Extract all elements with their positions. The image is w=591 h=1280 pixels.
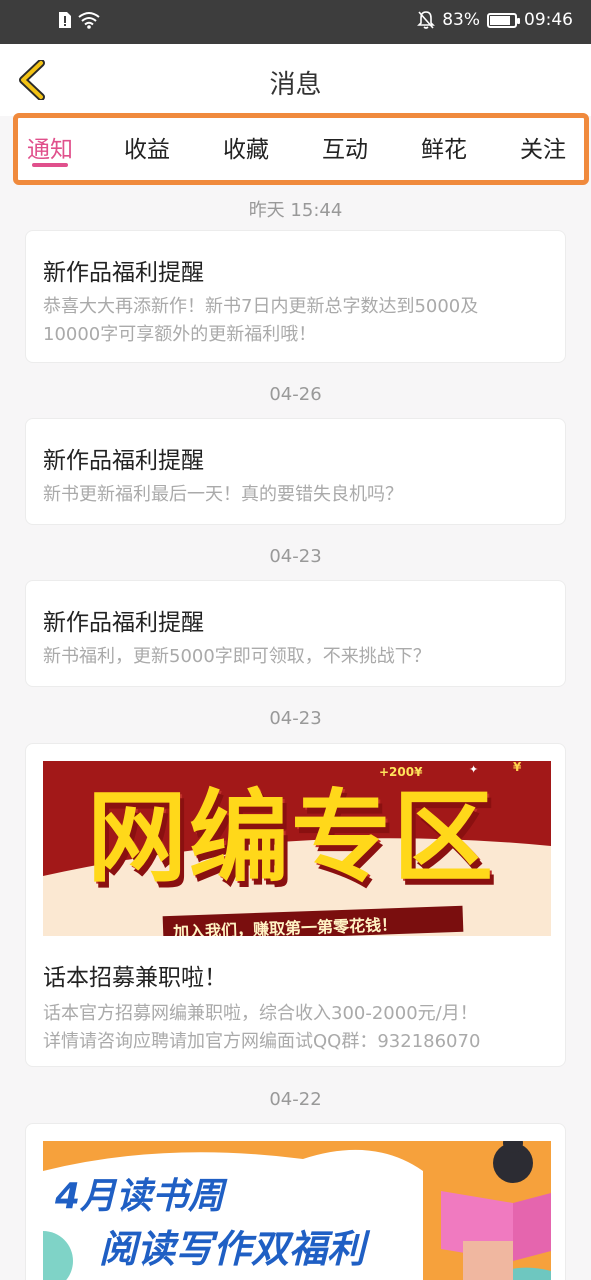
- banner-line-2: 阅读写作双福利: [99, 1227, 366, 1271]
- message-title: 话本招募兼职啦！: [43, 965, 227, 991]
- tab-favorites[interactable]: 收藏: [206, 130, 286, 164]
- message-date: 04-22: [269, 1089, 322, 1110]
- message-body: 话本官方招募网编兼职啦，综合收入300-2000元/月！ 详情请咨询应聘请加官方…: [43, 1000, 548, 1056]
- message-body: 恭喜大大再添新作！新书7日内更新总字数达到5000及 10000字可享额外的更新…: [43, 293, 548, 349]
- message-body-line: 恭喜大大再添新作！新书7日内更新总字数达到5000及: [43, 296, 479, 317]
- message-card[interactable]: ¥ ✦ +200¥ 网编专区 加入我们，赚取第一第零花钱！ 话本招募兼职啦！ 话…: [25, 743, 566, 1067]
- message-card[interactable]: 新作品福利提醒 新书更新福利最后一天！真的要错失良机吗？: [25, 418, 566, 525]
- status-left: [58, 11, 100, 29]
- sim-alert-icon: [59, 12, 71, 28]
- message-date: 04-23: [269, 546, 322, 567]
- message-body-line: 新书更新福利最后一天！真的要错失良机吗？: [43, 484, 403, 505]
- message-body-line: 详情请咨询应聘请加官方网编面试QQ群：932186070: [43, 1031, 481, 1052]
- header-bar: 消息: [0, 44, 591, 116]
- message-body-line: 10000字可享额外的更新福利哦！: [43, 324, 317, 345]
- page-title: 消息: [269, 70, 322, 100]
- message-body-line: 新书福利，更新5000字即可领取，不来挑战下？: [43, 646, 431, 667]
- tab-bar: 通知 收益 收藏 互动 鲜花 关注: [13, 113, 589, 185]
- message-body: 新书福利，更新5000字即可领取，不来挑战下？: [43, 643, 548, 671]
- message-date: 昨天 15:44: [248, 200, 343, 221]
- message-body: 新书更新福利最后一天！真的要错失良机吗？: [43, 481, 548, 509]
- message-card[interactable]: 新作品福利提醒 恭喜大大再添新作！新书7日内更新总字数达到5000及 10000…: [25, 230, 566, 363]
- message-title: 新作品福利提醒: [43, 448, 204, 474]
- tab-label: 收益: [124, 137, 170, 163]
- message-card[interactable]: 新作品福利提醒 新书福利，更新5000字即可领取，不来挑战下？: [25, 580, 566, 687]
- status-right: 83% 09:46: [417, 10, 573, 30]
- tab-label: 鲜花: [421, 137, 467, 163]
- tab-label: 互动: [322, 137, 368, 163]
- mute-bell-icon: [417, 11, 436, 29]
- battery-icon: [487, 12, 520, 28]
- battery-fill: [490, 15, 510, 25]
- tab-label: 通知: [27, 137, 73, 163]
- wifi-icon: [78, 12, 100, 29]
- reading-week-banner[interactable]: 4月读书周 阅读写作双福利: [43, 1141, 551, 1280]
- banner-headline: 网编专区: [87, 779, 495, 896]
- message-card[interactable]: 4月读书周 阅读写作双福利: [25, 1123, 566, 1280]
- message-date: 04-23: [269, 708, 322, 729]
- tab-follows[interactable]: 关注: [503, 130, 583, 164]
- banner-tag: +200¥: [379, 765, 423, 779]
- status-bar: 83% 09:46: [0, 0, 591, 44]
- tab-active-indicator: [32, 163, 68, 167]
- svg-text:✦: ✦: [469, 763, 478, 776]
- svg-text:¥: ¥: [513, 761, 522, 774]
- tab-notifications[interactable]: 通知: [10, 130, 90, 164]
- tab-earnings[interactable]: 收益: [107, 130, 187, 164]
- message-date: 04-26: [269, 384, 322, 405]
- message-body-line: 话本官方招募网编兼职啦，综合收入300-2000元/月！: [43, 1003, 478, 1024]
- wangbian-banner[interactable]: ¥ ✦ +200¥ 网编专区 加入我们，赚取第一第零花钱！: [43, 761, 551, 936]
- banner-line-1: 4月读书周: [55, 1176, 225, 1217]
- message-title: 新作品福利提醒: [43, 260, 204, 286]
- tab-label: 收藏: [223, 137, 269, 163]
- tab-interactions[interactable]: 互动: [305, 130, 385, 164]
- clock: 09:46: [524, 10, 573, 30]
- battery-percent: 83%: [442, 10, 480, 30]
- message-title: 新作品福利提醒: [43, 610, 204, 636]
- tab-flowers[interactable]: 鲜花: [404, 130, 484, 164]
- tab-label: 关注: [520, 137, 566, 163]
